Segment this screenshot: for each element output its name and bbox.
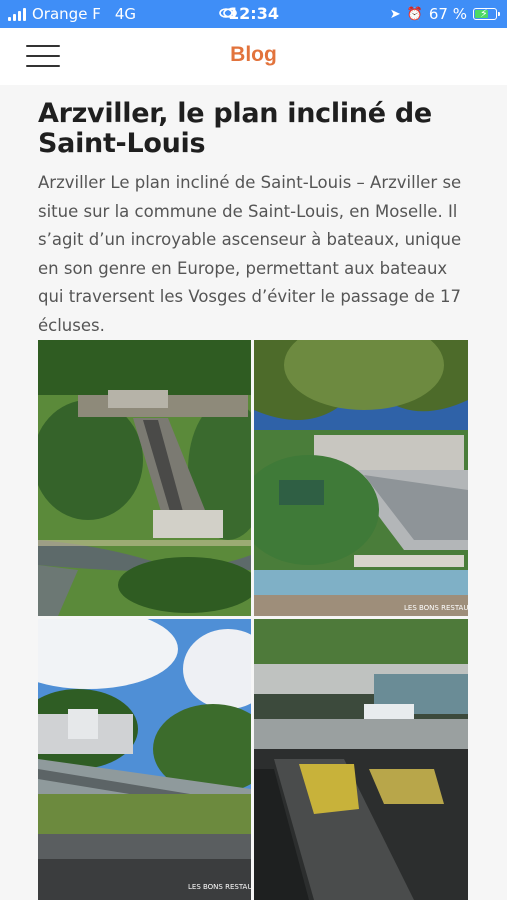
article-excerpt: Arzviller Le plan incliné de Saint-Louis… bbox=[38, 173, 462, 335]
battery-icon: ⚡ bbox=[473, 7, 500, 20]
gallery-photo-ground-view[interactable]: LES BONS RESTAU bbox=[38, 619, 251, 900]
article-title[interactable]: Arzviller, le plan incliné de Saint-Loui… bbox=[38, 99, 478, 159]
top-navigation-bar: Blog bbox=[0, 28, 507, 85]
article-content: Arzviller, le plan incliné de Saint-Loui… bbox=[0, 85, 507, 900]
gallery-photo-aerial[interactable] bbox=[38, 340, 251, 616]
watermark-text: LES BONS RESTAU bbox=[404, 604, 468, 612]
gallery-photo-mural[interactable]: LES BONS RESTAU bbox=[254, 340, 468, 616]
watermark-text: LES BONS RESTAU bbox=[188, 883, 251, 891]
charging-bolt-icon: ⚡ bbox=[480, 7, 488, 20]
gallery-photo-boat[interactable] bbox=[254, 619, 468, 900]
alarm-icon: ⏰ bbox=[406, 6, 423, 22]
location-arrow-icon: ➤ bbox=[389, 6, 401, 22]
status-bar: Orange F 4G 12:34 ➤ ⏰ 67 % ⚡ bbox=[0, 0, 507, 28]
photo-gallery: LES BONS RESTAU LES BONS RESTAU bbox=[38, 340, 468, 900]
nav-title: Blog bbox=[230, 43, 277, 66]
battery-percent: 67 % bbox=[428, 5, 467, 23]
status-right: ➤ ⏰ 67 % ⚡ bbox=[389, 5, 500, 23]
